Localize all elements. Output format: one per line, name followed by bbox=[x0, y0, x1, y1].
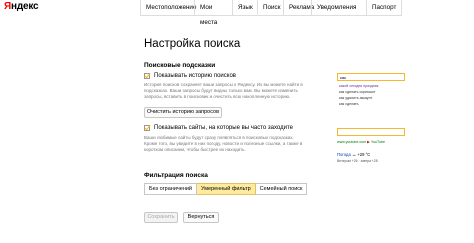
tab-location[interactable]: Местоположение bbox=[140, 0, 196, 15]
list-item: как сделать bbox=[339, 102, 359, 106]
site-tag: YouTube bbox=[370, 140, 385, 144]
sites-preview: www.youtube.com ▶ YouTube Погода ☁ +29 °… bbox=[337, 128, 407, 170]
tab-search[interactable]: Поиск bbox=[257, 0, 283, 15]
checkbox-checked-icon[interactable] bbox=[144, 73, 150, 79]
preview-suggest-list: какой сегодня праздник как сделать скрин… bbox=[337, 83, 407, 107]
tab-language[interactable]: Язык bbox=[232, 0, 257, 15]
filter-option-moderate[interactable]: Умеренный фильтр bbox=[197, 183, 256, 195]
sites-checkbox[interactable]: Показывать сайты, на которые вы часто за… bbox=[144, 125, 293, 131]
tab-notifications[interactable]: Уведомления bbox=[311, 0, 366, 15]
suggestions-section-title: Поисковые подсказки bbox=[144, 62, 216, 69]
back-button[interactable]: Вернуться bbox=[183, 212, 219, 223]
site-url: www.youtube.com bbox=[337, 140, 367, 144]
logo-first-letter: Я bbox=[4, 1, 11, 12]
logo-rest: ндекс bbox=[11, 1, 39, 12]
tab-passport[interactable]: Паспорт bbox=[366, 0, 402, 15]
weather-subtext: Вечером +26 · завтра +28 bbox=[337, 159, 378, 163]
filter-option-none[interactable]: Без ограничений bbox=[144, 183, 197, 195]
sites-description: Ваши любимые сайты будут сразу появлятьс… bbox=[144, 135, 303, 152]
checkbox-checked-icon[interactable] bbox=[144, 125, 150, 131]
cloud-icon: ☁ bbox=[351, 152, 357, 157]
history-preview: как какой сегодня праздник как сделать с… bbox=[337, 73, 407, 107]
preview-search-input: как bbox=[337, 73, 405, 81]
weather-value: +29 °C bbox=[357, 152, 371, 157]
preview-weather: Погода ☁ +29 °C bbox=[337, 152, 370, 157]
filter-option-family[interactable]: Семейный поиск bbox=[255, 183, 308, 195]
save-button[interactable]: Сохранить bbox=[144, 212, 178, 223]
history-checkbox-label: Показывать историю поисков bbox=[154, 73, 236, 79]
weather-label: Погода bbox=[337, 152, 351, 157]
preview-search-input bbox=[337, 128, 405, 136]
youtube-icon: ▶ bbox=[367, 140, 370, 144]
tab-ads[interactable]: Реклама bbox=[283, 0, 314, 15]
preview-site-link: www.youtube.com ▶ YouTube bbox=[337, 140, 385, 144]
page-title: Настройка поиска bbox=[144, 38, 241, 50]
clear-history-button[interactable]: Очистить историю запросов bbox=[144, 107, 222, 118]
settings-tabs: Местоположение Мои места Язык Поиск Рекл… bbox=[140, 0, 402, 26]
filter-section-title: Фильтрация поиска bbox=[144, 172, 208, 179]
filter-radio-group: Без ограничений Умеренный фильтр Семейны… bbox=[144, 183, 308, 195]
top-bar: Яндекс Местоположение Мои места Язык Пои… bbox=[0, 0, 474, 26]
yandex-logo[interactable]: Яндекс bbox=[4, 1, 39, 12]
tab-my-places[interactable]: Мои места bbox=[194, 0, 232, 26]
history-description: История поисков сохраняет ваши запросы к… bbox=[144, 82, 303, 99]
sites-checkbox-label: Показывать сайты, на которые вы часто за… bbox=[154, 125, 293, 131]
history-checkbox[interactable]: Показывать историю поисков bbox=[144, 73, 236, 79]
